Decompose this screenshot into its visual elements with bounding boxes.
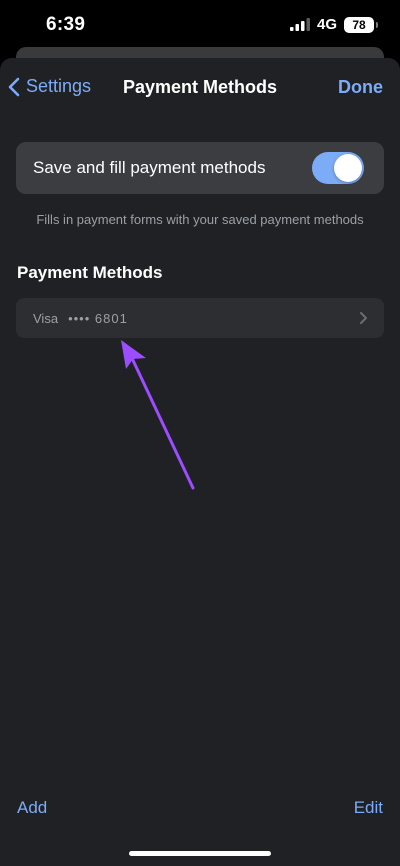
- card-masked-number: •••• 6801: [68, 310, 128, 326]
- done-button[interactable]: Done: [338, 77, 383, 98]
- screen: 6:39 4G 78 Settings Payment Methods Done: [0, 0, 400, 866]
- battery-icon: 78: [344, 16, 378, 33]
- add-button[interactable]: Add: [17, 798, 47, 818]
- toggle-label: Save and fill payment methods: [33, 158, 266, 177]
- payment-method-text: Visa •••• 6801: [33, 311, 128, 326]
- status-bar: 6:39 4G 78: [0, 0, 400, 50]
- nav-bar: Settings Payment Methods Done: [0, 58, 400, 118]
- payment-method-row[interactable]: Visa •••• 6801: [16, 298, 384, 338]
- status-time: 6:39: [46, 14, 86, 35]
- home-indicator: [129, 851, 271, 856]
- toggle-knob: [334, 154, 362, 182]
- card-brand: Visa: [33, 310, 59, 326]
- signal-icon: [289, 18, 310, 31]
- chevron-right-icon: [360, 312, 367, 324]
- edit-button[interactable]: Edit: [354, 798, 383, 818]
- payment-methods-sheet: Settings Payment Methods Done Save and f…: [0, 58, 400, 866]
- save-fill-toggle-row: Save and fill payment methods: [16, 142, 384, 194]
- section-title: Payment Methods: [17, 263, 163, 282]
- save-fill-toggle[interactable]: [312, 152, 364, 184]
- network-label: 4G: [316, 16, 337, 33]
- toggle-caption: Fills in payment forms with your saved p…: [36, 212, 364, 227]
- status-indicators: 4G 78: [289, 16, 378, 33]
